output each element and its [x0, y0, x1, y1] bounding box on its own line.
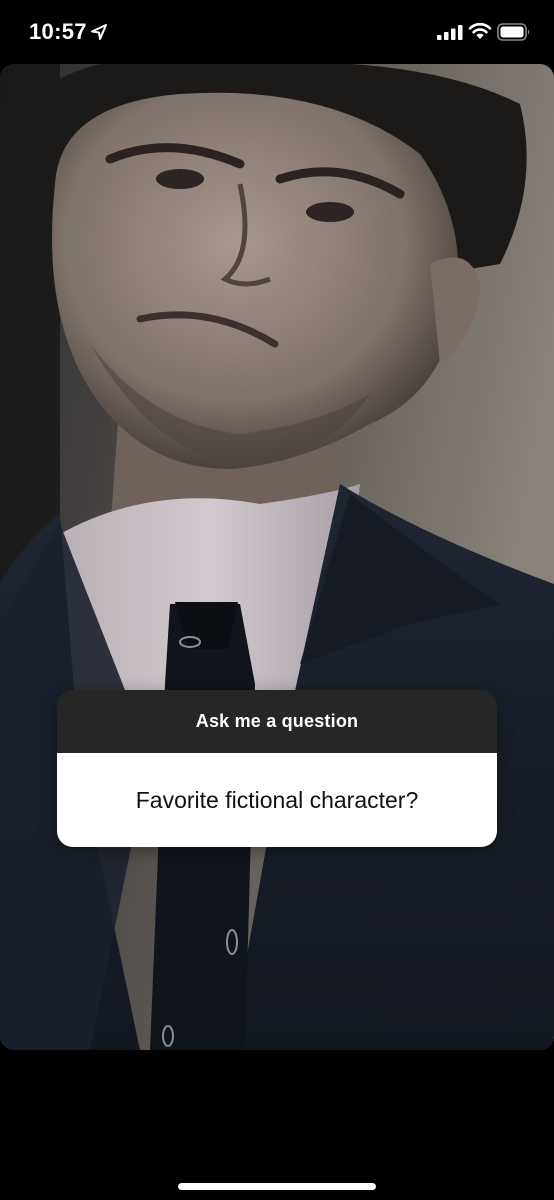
status-bar: 10:57: [0, 0, 554, 64]
question-sticker-header: Ask me a question: [57, 690, 497, 753]
signal-icon: [437, 25, 463, 40]
story-photo: [0, 64, 554, 1050]
location-arrow-icon: [91, 24, 107, 40]
question-sticker-response: Favorite fictional character?: [57, 753, 497, 847]
battery-icon: [497, 23, 530, 41]
wifi-icon: [468, 22, 492, 39]
status-time: 10:57: [29, 19, 87, 44]
home-indicator[interactable]: [178, 1183, 376, 1190]
question-sticker[interactable]: Ask me a question Favorite fictional cha…: [57, 690, 497, 847]
story-view[interactable]: Ask me a question Favorite fictional cha…: [0, 64, 554, 1050]
